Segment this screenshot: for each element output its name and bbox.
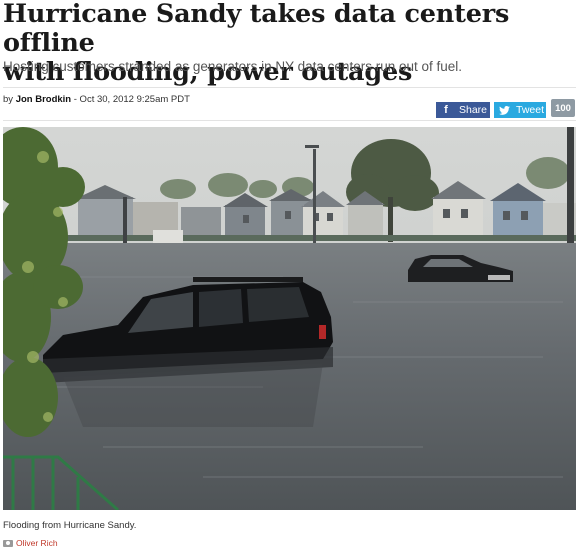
author-link[interactable]: Jon Brodkin bbox=[16, 94, 71, 105]
divider-top bbox=[3, 87, 576, 88]
twitter-icon bbox=[497, 102, 511, 118]
facebook-share-button[interactable]: f Share bbox=[436, 102, 490, 118]
photo-credit: Oliver Rich bbox=[3, 538, 58, 548]
article-photo bbox=[3, 127, 576, 510]
photo-caption: Flooding from Hurricane Sandy. bbox=[3, 520, 137, 531]
tweet-label: Tweet bbox=[516, 104, 545, 116]
publish-date: - Oct 30, 2012 9:25am PDT bbox=[71, 94, 190, 105]
share-count-badge: 100 bbox=[551, 99, 575, 117]
headline-line-1: Hurricane Sandy takes data centers offli… bbox=[3, 0, 510, 58]
camera-icon bbox=[3, 539, 13, 547]
article-subhead: Hosting customers stranded as generators… bbox=[3, 59, 462, 74]
photo-credit-name[interactable]: Oliver Rich bbox=[16, 538, 58, 548]
share-label: Share bbox=[459, 104, 488, 116]
byline: by Jon Brodkin - Oct 30, 2012 9:25am PDT bbox=[3, 94, 190, 105]
byline-prefix: by bbox=[3, 94, 16, 105]
divider-bottom bbox=[3, 120, 576, 121]
facebook-icon: f bbox=[444, 104, 448, 116]
tweet-button[interactable]: Tweet bbox=[494, 102, 546, 118]
